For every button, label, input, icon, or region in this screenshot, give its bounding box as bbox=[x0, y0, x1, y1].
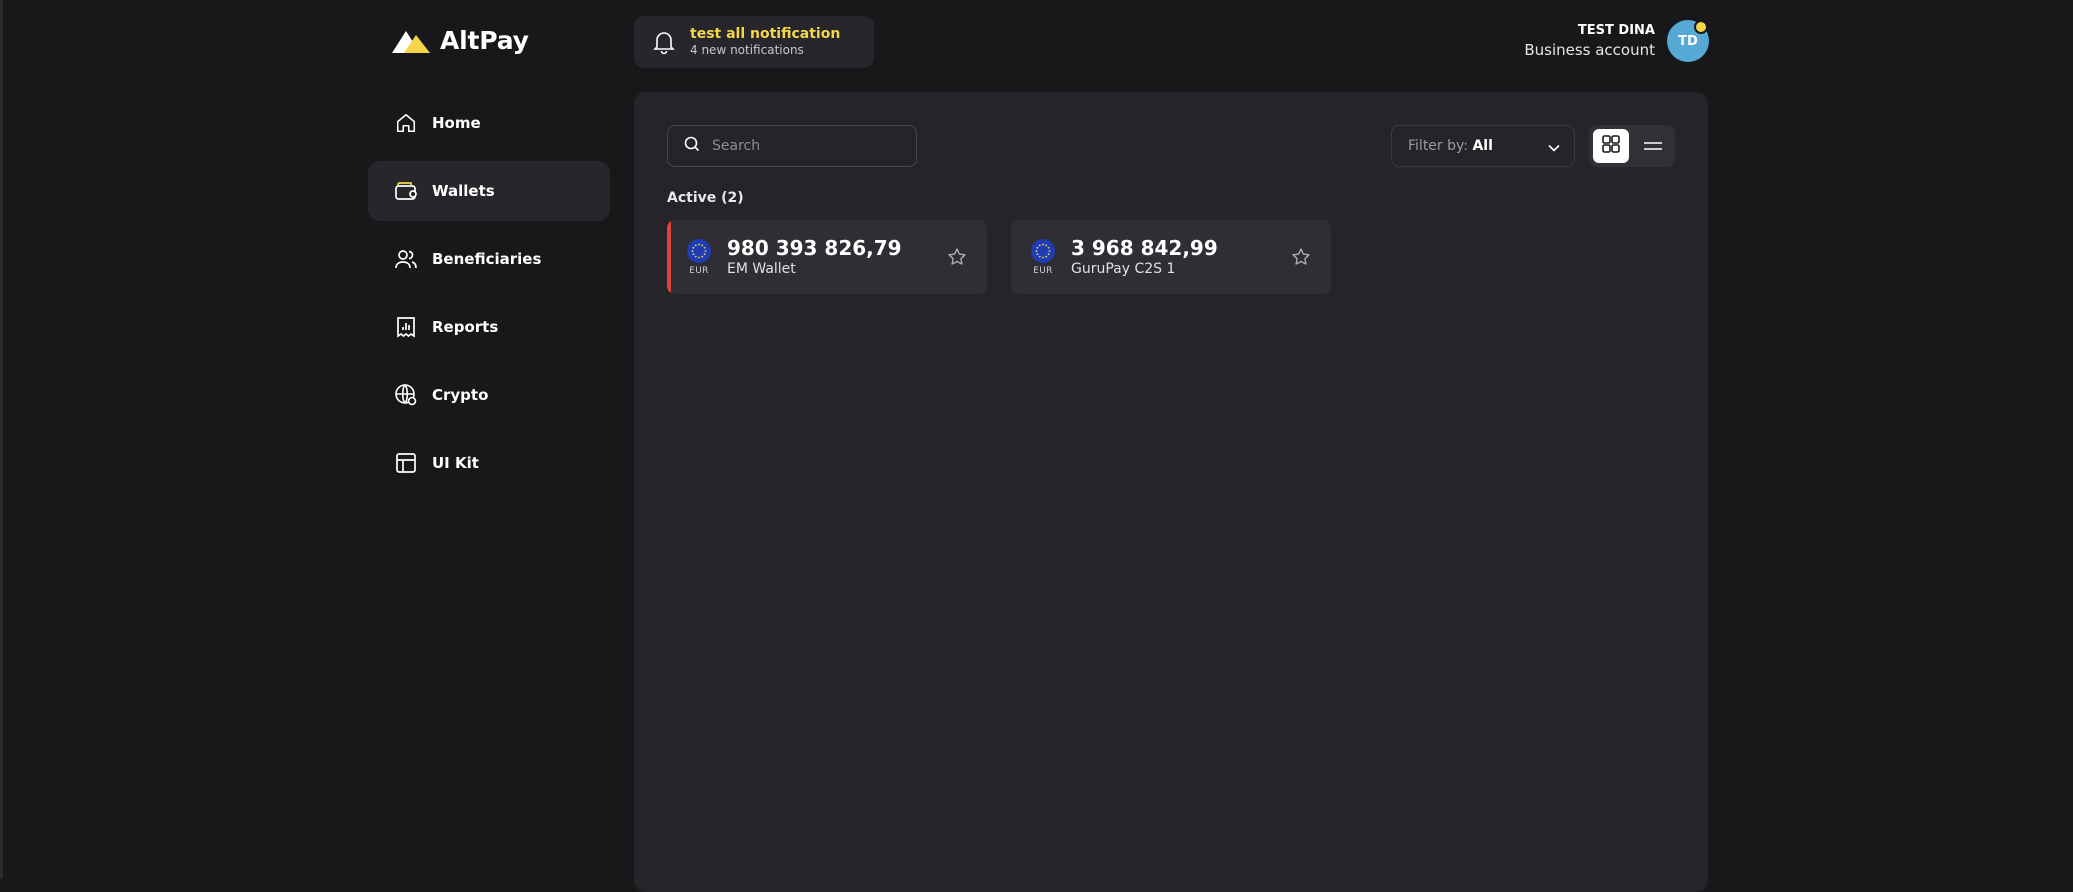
avatar-initials: TD bbox=[1678, 33, 1698, 49]
eu-flag-icon bbox=[1031, 238, 1055, 263]
main-panel: Filter by: All Active (2) EUR bbox=[634, 92, 1708, 892]
sidebar-item-label: Wallets bbox=[432, 182, 495, 200]
account-type: Business account bbox=[1524, 41, 1655, 59]
avatar[interactable]: TD bbox=[1667, 20, 1709, 62]
wallet-list: EUR 980 393 826,79 EM Wallet EUR 3 968 8… bbox=[667, 220, 1331, 294]
sidebar-item-label: Crypto bbox=[432, 386, 489, 404]
chevron-down-icon bbox=[1548, 137, 1560, 156]
reports-icon bbox=[394, 315, 418, 339]
sidebar-item-home[interactable]: Home bbox=[368, 93, 610, 153]
sidebar-item-crypto[interactable]: Crypto bbox=[368, 365, 610, 425]
filter-label: Filter by: bbox=[1408, 138, 1468, 154]
sidebar-item-wallets[interactable]: Wallets bbox=[368, 161, 610, 221]
notification-title: test all notification bbox=[690, 26, 841, 42]
globe-icon bbox=[394, 383, 418, 407]
users-icon bbox=[394, 247, 418, 271]
wallet-card[interactable]: EUR 3 968 842,99 GuruPay C2S 1 bbox=[1011, 220, 1331, 294]
layout-icon bbox=[394, 451, 418, 475]
bell-icon bbox=[652, 30, 676, 54]
home-icon bbox=[394, 111, 418, 135]
status-dot bbox=[1694, 20, 1708, 34]
sidebar-item-label: Beneficiaries bbox=[432, 250, 542, 268]
sidebar-item-beneficiaries[interactable]: Beneficiaries bbox=[368, 229, 610, 289]
currency-code: EUR bbox=[689, 265, 709, 276]
user-name: TEST DINA bbox=[1577, 23, 1655, 38]
search-input[interactable] bbox=[710, 137, 894, 155]
currency-badge: EUR bbox=[685, 238, 713, 276]
filter-value: All bbox=[1472, 138, 1493, 154]
filter-dropdown[interactable]: Filter by: All bbox=[1391, 125, 1575, 167]
eu-flag-icon bbox=[687, 238, 711, 263]
view-toggle bbox=[1589, 125, 1675, 167]
sidebar-item-ui-kit[interactable]: UI Kit bbox=[368, 433, 610, 493]
selected-indicator bbox=[667, 220, 671, 294]
notification-count: 4 new notifications bbox=[690, 43, 804, 57]
wallet-icon bbox=[394, 179, 418, 203]
user-profile[interactable]: TEST DINA Business account TD bbox=[1524, 20, 1709, 62]
wallet-balance: 980 393 826,79 bbox=[727, 236, 902, 260]
list-view-button[interactable] bbox=[1635, 129, 1671, 163]
search-icon bbox=[684, 136, 700, 156]
sidebar-item-label: Reports bbox=[432, 318, 499, 336]
currency-code: EUR bbox=[1033, 265, 1053, 276]
search-box[interactable] bbox=[667, 125, 917, 167]
section-heading: Active (2) bbox=[667, 190, 744, 206]
sidebar-item-label: Home bbox=[432, 114, 481, 132]
list-icon bbox=[1643, 137, 1663, 156]
star-icon[interactable] bbox=[1289, 245, 1313, 269]
wallet-name: GuruPay C2S 1 bbox=[1071, 261, 1176, 277]
window-edge bbox=[0, 0, 3, 879]
sidebar-nav: Home Wallets Beneficiaries Reports Crypt… bbox=[368, 93, 610, 501]
star-icon[interactable] bbox=[945, 245, 969, 269]
brand-name: AltPay bbox=[440, 26, 529, 55]
mountain-logo-icon bbox=[392, 29, 430, 53]
brand-logo[interactable]: AltPay bbox=[392, 26, 529, 55]
grid-icon bbox=[1602, 135, 1620, 157]
notification-banner[interactable]: test all notification 4 new notification… bbox=[634, 16, 874, 68]
wallet-balance: 3 968 842,99 bbox=[1071, 236, 1218, 260]
wallet-card[interactable]: EUR 980 393 826,79 EM Wallet bbox=[667, 220, 987, 294]
sidebar-item-reports[interactable]: Reports bbox=[368, 297, 610, 357]
wallet-name: EM Wallet bbox=[727, 261, 796, 277]
grid-view-button[interactable] bbox=[1593, 129, 1629, 163]
currency-badge: EUR bbox=[1029, 238, 1057, 276]
sidebar-item-label: UI Kit bbox=[432, 454, 479, 472]
